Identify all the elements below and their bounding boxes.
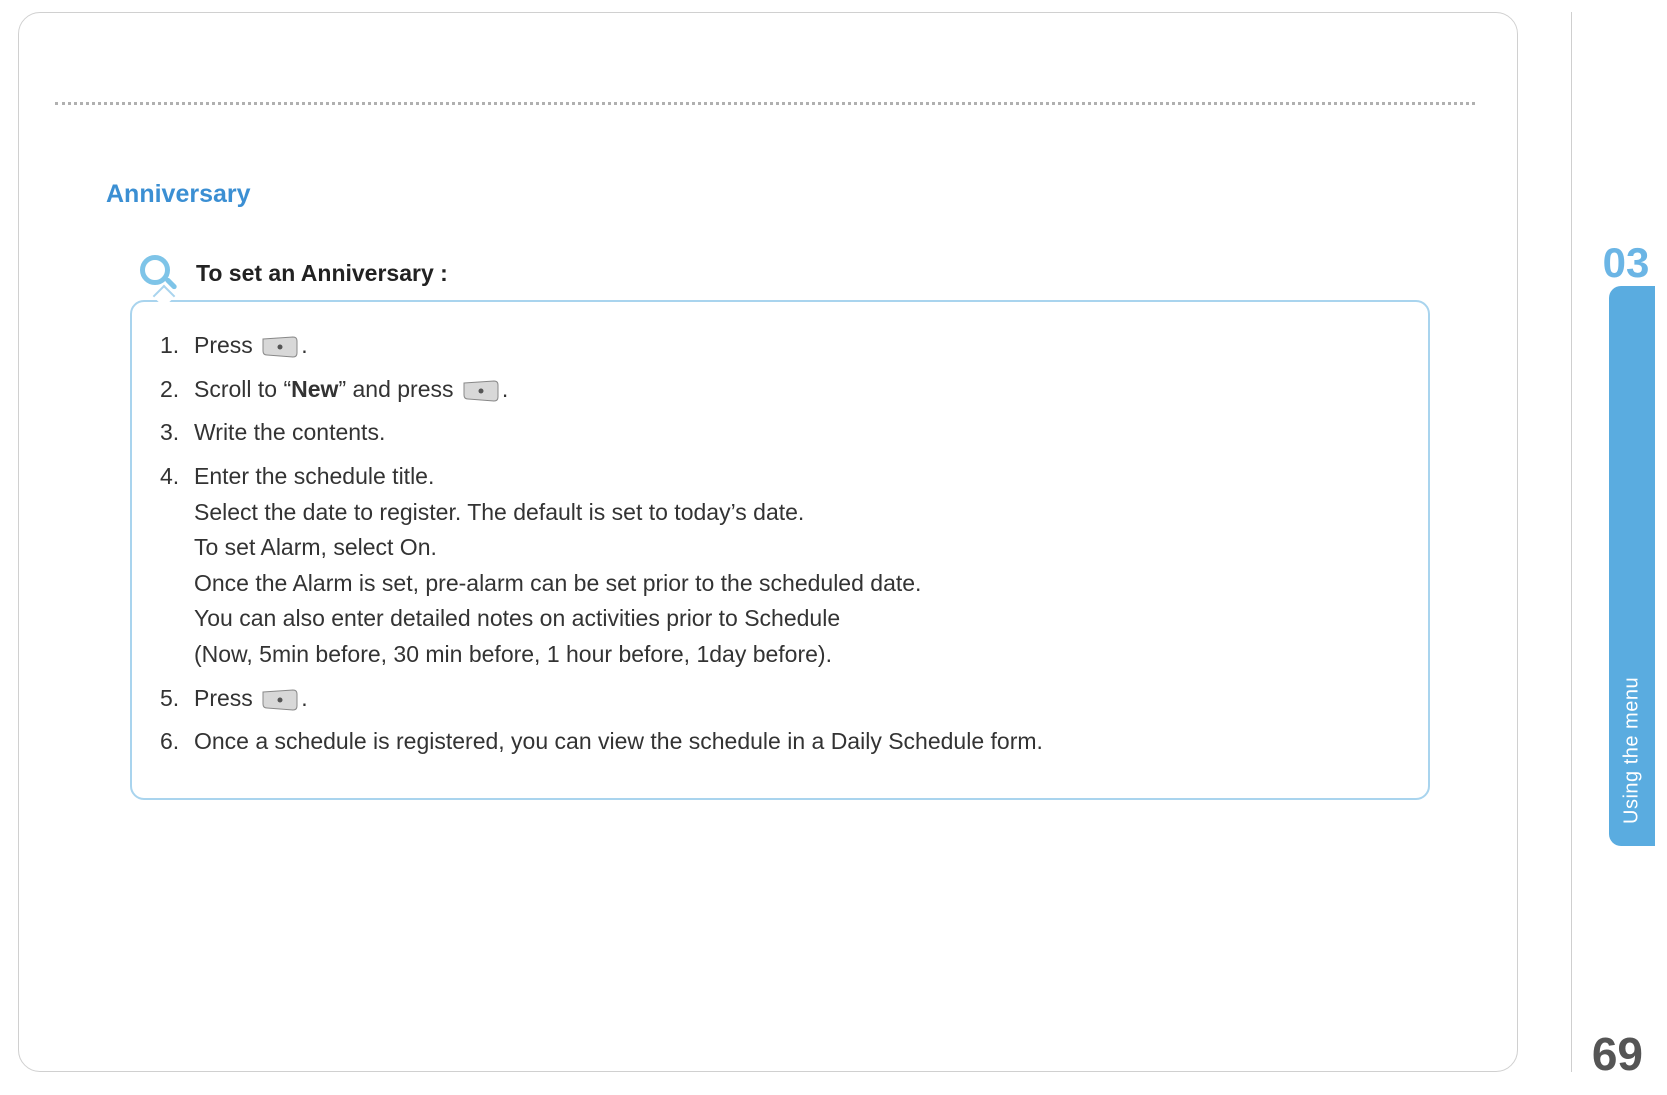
list-item: 4. Enter the schedule title. Select the …	[160, 459, 1400, 673]
chapter-side-tab: 03 Using the menu	[1597, 238, 1655, 858]
dotted-divider	[55, 102, 1475, 105]
step-number: 4.	[160, 459, 194, 673]
step-number: 3.	[160, 415, 194, 451]
instruction-box: 1. Press . 2. Scroll to “New” and press …	[130, 300, 1430, 800]
text: Enter the schedule title.	[194, 463, 434, 489]
step-body: Press .	[194, 681, 1400, 717]
ok-key-icon	[261, 336, 299, 358]
list-item: 6. Once a schedule is registered, you ca…	[160, 724, 1400, 760]
step-body: Scroll to “New” and press .	[194, 372, 1400, 408]
step-number: 6.	[160, 724, 194, 760]
step-body: Press .	[194, 328, 1400, 364]
text: (Now, 5min before, 30 min before, 1 hour…	[194, 641, 832, 667]
ok-key-icon	[261, 689, 299, 711]
text: .	[301, 332, 307, 358]
section-heading: Anniversary	[106, 180, 251, 209]
list-item: 2. Scroll to “New” and press .	[160, 372, 1400, 408]
step-body: Enter the schedule title. Select the dat…	[194, 459, 1400, 673]
callout-title: To set an Anniversary :	[196, 260, 448, 287]
step-number: 2.	[160, 372, 194, 408]
text: .	[301, 685, 307, 711]
ok-key-icon	[462, 380, 500, 402]
text: Press	[194, 332, 259, 358]
chapter-number: 03	[1597, 238, 1655, 288]
text: Once the Alarm is set, pre-alarm can be …	[194, 570, 921, 596]
step-number: 5.	[160, 681, 194, 717]
instruction-list: 1. Press . 2. Scroll to “New” and press …	[160, 328, 1400, 760]
chapter-tab-body: Using the menu	[1609, 286, 1655, 846]
list-item: 3. Write the contents.	[160, 415, 1400, 451]
text: Select the date to register. The default…	[194, 499, 804, 525]
bold-text: New	[291, 376, 338, 402]
vertical-rule	[1571, 12, 1572, 1072]
step-body: Write the contents.	[194, 415, 1400, 451]
manual-page: Anniversary To set an Anniversary : 1. P…	[0, 0, 1667, 1095]
text: Press	[194, 685, 259, 711]
text: To set Alarm, select On.	[194, 534, 437, 560]
step-body: Once a schedule is registered, you can v…	[194, 724, 1400, 760]
text: .	[502, 376, 508, 402]
list-item: 1. Press .	[160, 328, 1400, 364]
text: You can also enter detailed notes on act…	[194, 605, 840, 631]
text: Scroll to “	[194, 376, 291, 402]
page-number: 69	[1592, 1027, 1643, 1081]
text: ” and press	[338, 376, 459, 402]
step-number: 1.	[160, 328, 194, 364]
list-item: 5. Press .	[160, 681, 1400, 717]
chapter-label: Using the menu	[1609, 524, 1655, 824]
